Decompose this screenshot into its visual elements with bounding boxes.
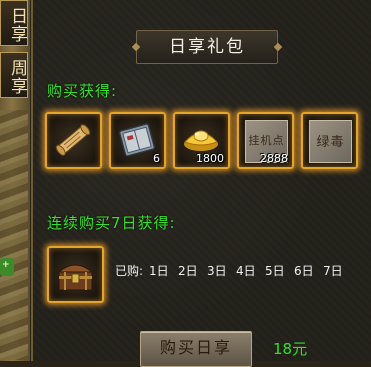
day-marker: 7日 — [323, 264, 343, 278]
treasure-chest-icon — [57, 264, 94, 291]
reward-slot[interactable] — [45, 112, 102, 169]
leaf-icon: + — [0, 258, 14, 276]
stone-tablet-icon: 绿毒 — [309, 120, 352, 163]
tablet-text: 绿毒 — [316, 135, 345, 150]
reward-slot[interactable]: 绿毒 — [301, 112, 358, 169]
panel-title: 日享礼包 — [169, 37, 245, 57]
day-marker: 4日 — [236, 264, 256, 278]
bought-label: 已购: — [115, 264, 144, 278]
day-marker: 1日 — [149, 264, 169, 278]
reward-slot[interactable]: 挂机点 2888 — [237, 112, 294, 169]
reward-slot[interactable]: 6 — [109, 112, 166, 169]
side-tab-strip: 日享 周享 + — [0, 0, 30, 361]
streak-rewards-label: 连续购买7日获得: — [47, 214, 176, 232]
item-quantity: 1800 — [196, 152, 224, 165]
tab-daily[interactable]: 日享 — [0, 0, 28, 46]
day-marker: 5日 — [265, 264, 285, 278]
price-label: 18元 — [273, 340, 308, 358]
tab-weekly[interactable]: 周享 — [0, 52, 28, 98]
tablet-text: 挂机点 — [248, 134, 285, 147]
day-marker: 3日 — [207, 264, 227, 278]
streak-reward-slot[interactable] — [47, 246, 104, 303]
reward-slot[interactable]: 1800 — [173, 112, 230, 169]
title-bar: 日享礼包 — [136, 30, 278, 64]
day-marker: 6日 — [294, 264, 314, 278]
side-decoration — [0, 110, 28, 360]
item-quantity: 2888 — [260, 152, 288, 165]
day-marker: 2日 — [178, 264, 198, 278]
purchase-rewards-row: 6 1800 挂机点 2888 绿毒 — [45, 112, 361, 174]
buy-daily-button[interactable]: 购买日享 — [140, 331, 252, 367]
item-quantity: 6 — [153, 152, 160, 165]
scroll-icon — [55, 124, 91, 156]
purchase-rewards-label: 购买获得: — [47, 82, 118, 100]
daily-gift-panel: 日享礼包 购买获得: 6 1800 挂机点 2888 绿毒 连续购买7日获得: … — [31, 0, 371, 367]
